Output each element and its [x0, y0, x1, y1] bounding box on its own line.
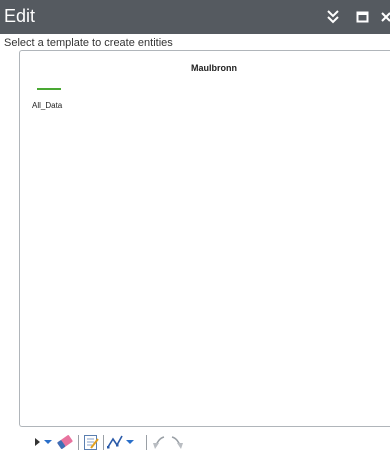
delete-feature-button[interactable] — [56, 430, 74, 454]
reshape-line-icon — [107, 435, 123, 449]
chevrons-down-icon — [327, 10, 339, 24]
title-bar: Edit — [0, 0, 390, 34]
maximize-icon — [356, 11, 369, 23]
template-picker-panel: Maulbronn All_Data — [19, 50, 390, 427]
edit-toolbar — [0, 430, 390, 454]
select-tool-button[interactable] — [32, 430, 42, 454]
template-label: All_Data — [32, 101, 63, 110]
dropdown-icon — [126, 440, 134, 444]
template-item-all-data[interactable]: All_Data — [30, 81, 90, 113]
select-arrow-icon — [35, 438, 40, 446]
toolbar-separator — [78, 435, 79, 450]
reshape-tool-dropdown[interactable] — [124, 430, 136, 454]
attributes-button[interactable] — [82, 430, 100, 454]
close-button[interactable] — [378, 0, 390, 34]
dropdown-icon — [44, 440, 52, 444]
toolbar-separator — [103, 435, 104, 450]
undo-icon — [153, 436, 165, 449]
undo-button[interactable] — [150, 430, 168, 454]
select-tool-dropdown[interactable] — [42, 430, 54, 454]
maximize-button[interactable] — [353, 0, 373, 34]
attributes-icon — [84, 435, 99, 450]
window-title: Edit — [4, 6, 36, 26]
layer-name: Maulbronn — [191, 63, 237, 73]
close-icon — [381, 12, 390, 22]
toolbar-separator — [146, 435, 147, 450]
instruction-text: Select a template to create entities — [4, 37, 173, 49]
collapse-button[interactable] — [323, 0, 343, 34]
reshape-tool-button[interactable] — [106, 430, 124, 454]
eraser-icon — [57, 435, 73, 449]
redo-icon — [171, 436, 183, 449]
line-symbol-swatch — [37, 88, 61, 90]
redo-button[interactable] — [168, 430, 186, 454]
